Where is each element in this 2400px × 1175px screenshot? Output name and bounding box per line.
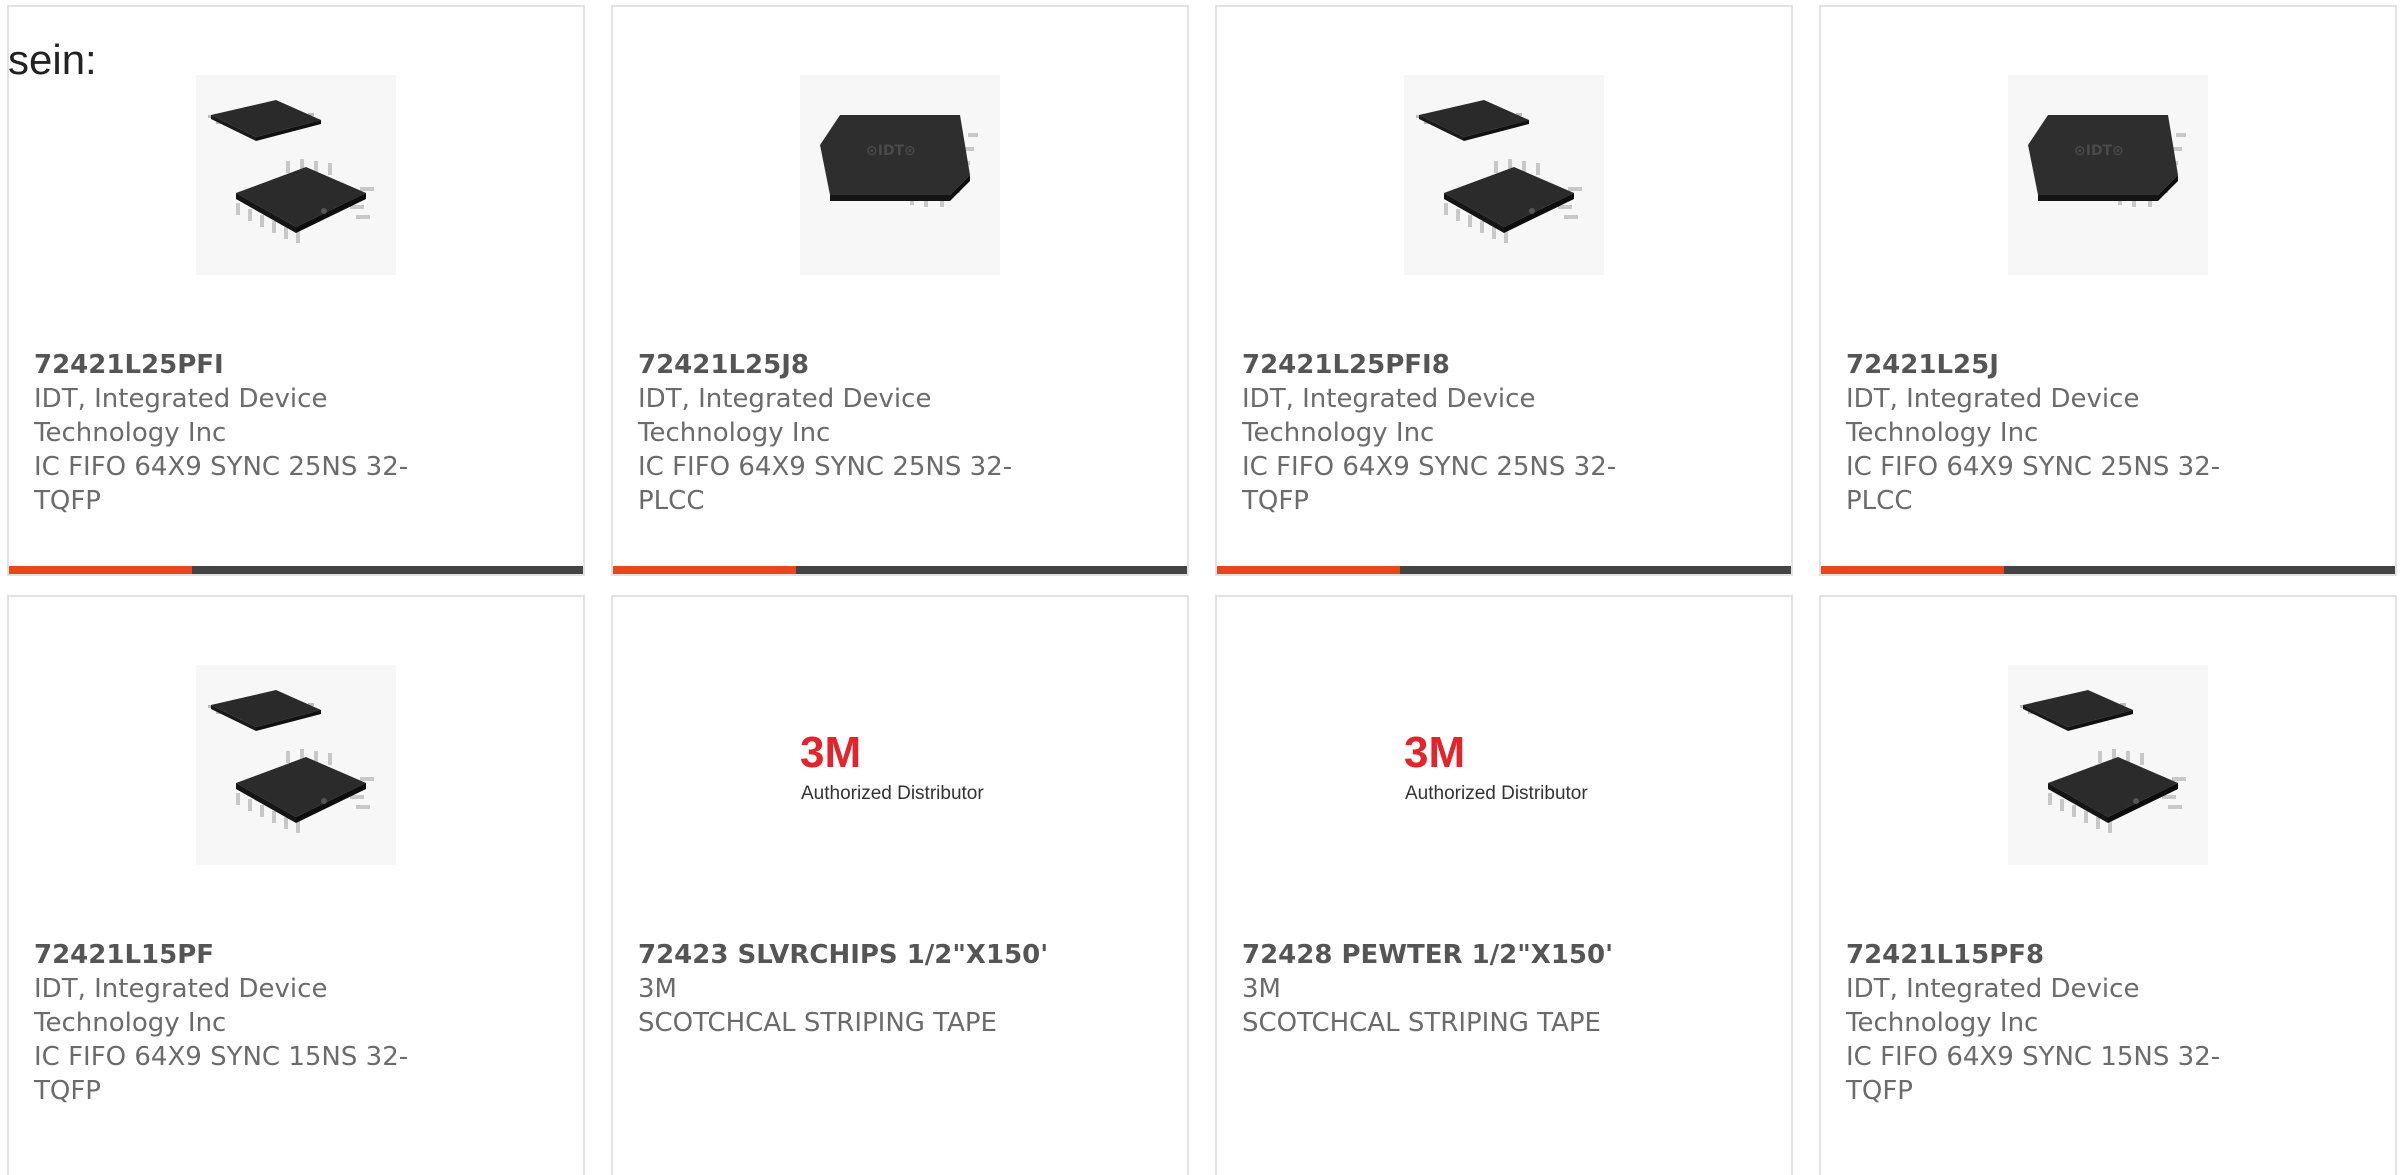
product-card[interactable]: 72421L15PF IDT, Integrated Device Techno… [7, 595, 585, 1175]
description: IC FIFO 64X9 SYNC 25NS 32-TQFP [1242, 452, 1617, 516]
product-card[interactable]: ⊙IDT⊙ 72421L25J8 IDT, Integrated Device … [611, 5, 1189, 576]
manufacturer: IDT, Integrated Device Technology Inc [1846, 974, 2140, 1038]
card-bottom-bar [613, 566, 1187, 574]
card-bottom-bar [1217, 566, 1791, 574]
accent-stripe [613, 566, 796, 574]
part-number[interactable]: 72421L25PFI8 [1242, 348, 1622, 382]
part-number[interactable]: 72421L15PF [34, 938, 414, 972]
product-card[interactable]: 72421L25PFI IDT, Integrated Device Techn… [7, 5, 585, 576]
accent-stripe [9, 566, 192, 574]
manufacturer: IDT, Integrated Device Technology Inc [34, 974, 328, 1038]
accent-stripe [1217, 566, 1400, 574]
tqfp-chip-image[interactable] [196, 665, 396, 865]
tqfp-chip-image[interactable] [2008, 665, 2208, 865]
logo-caption: Authorized Distributor [801, 783, 984, 804]
svg-text:⊙IDT⊙: ⊙IDT⊙ [2074, 143, 2124, 159]
plcc-chip-image[interactable]: ⊙IDT⊙ [2008, 75, 2208, 275]
product-card[interactable]: ⊙IDT⊙ 72421L25J IDT, Integrated Device T… [1819, 5, 2397, 576]
manufacturer: 3M [638, 974, 677, 1004]
part-number[interactable]: 72428 PEWTER 1/2"X150' [1242, 938, 1622, 972]
tqfp-chip-image[interactable] [1404, 75, 1604, 275]
product-card[interactable]: 3M Authorized Distributor 72428 PEWTER 1… [1215, 595, 1793, 1175]
part-number[interactable]: 72421L25PFI [34, 348, 414, 382]
3m-logo[interactable]: 3M Authorized Distributor [800, 665, 1000, 865]
part-number[interactable]: 72421L25J [1846, 348, 2226, 382]
tqfp-chip-image[interactable] [196, 75, 396, 275]
product-card[interactable]: 72421L25PFI8 IDT, Integrated Device Tech… [1215, 5, 1793, 576]
description: IC FIFO 64X9 SYNC 25NS 32-PLCC [638, 452, 1013, 516]
manufacturer: IDT, Integrated Device Technology Inc [1846, 384, 2140, 448]
logo-text: 3M [800, 728, 861, 777]
description: SCOTCHCAL STRIPING TAPE [1242, 1008, 1601, 1038]
card-bottom-bar [1821, 566, 2395, 574]
description: IC FIFO 64X9 SYNC 15NS 32-TQFP [1846, 1042, 2221, 1106]
plcc-chip-image[interactable]: ⊙IDT⊙ [800, 75, 1000, 275]
intro-text: sein: [8, 36, 97, 83]
logo-text: 3M [1404, 728, 1465, 777]
logo-caption: Authorized Distributor [1405, 783, 1588, 804]
manufacturer: 3M [1242, 974, 1281, 1004]
product-card[interactable]: 72421L15PF8 IDT, Integrated Device Techn… [1819, 595, 2397, 1175]
3m-logo[interactable]: 3M Authorized Distributor [1404, 665, 1604, 865]
manufacturer: IDT, Integrated Device Technology Inc [638, 384, 932, 448]
description: SCOTCHCAL STRIPING TAPE [638, 1008, 997, 1038]
description: IC FIFO 64X9 SYNC 25NS 32-TQFP [34, 452, 409, 516]
description: IC FIFO 64X9 SYNC 15NS 32-TQFP [34, 1042, 409, 1106]
svg-text:⊙IDT⊙: ⊙IDT⊙ [866, 143, 916, 159]
manufacturer: IDT, Integrated Device Technology Inc [1242, 384, 1536, 448]
part-number[interactable]: 72421L25J8 [638, 348, 1018, 382]
part-number[interactable]: 72421L15PF8 [1846, 938, 2226, 972]
accent-stripe [1821, 566, 2004, 574]
description: IC FIFO 64X9 SYNC 25NS 32-PLCC [1846, 452, 2221, 516]
card-bottom-bar [9, 566, 583, 574]
part-number[interactable]: 72423 SLVRCHIPS 1/2"X150' [638, 938, 1048, 972]
manufacturer: IDT, Integrated Device Technology Inc [34, 384, 328, 448]
product-card[interactable]: 3M Authorized Distributor 72423 SLVRCHIP… [611, 595, 1189, 1175]
